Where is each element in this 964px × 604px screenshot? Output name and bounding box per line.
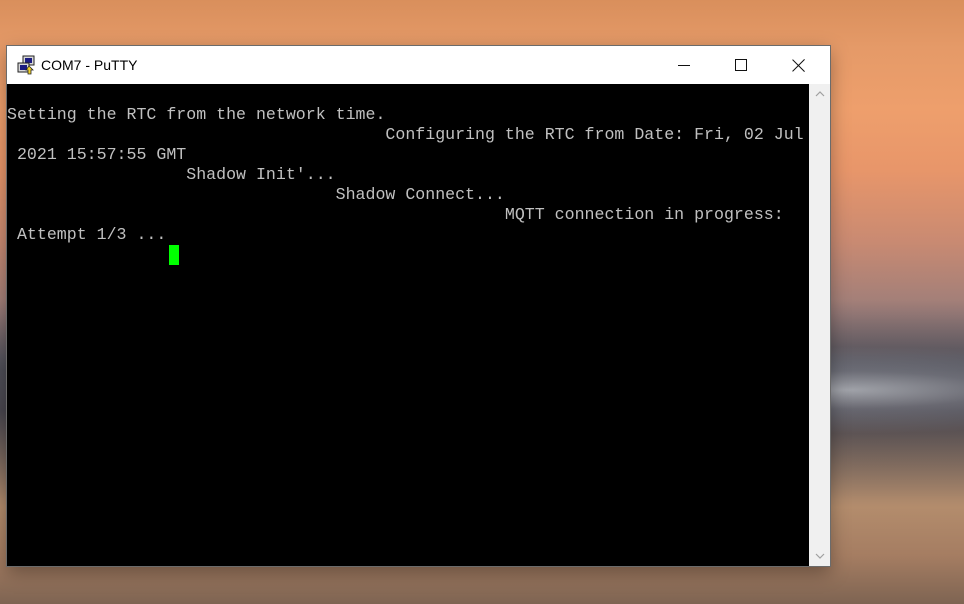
scroll-track[interactable] xyxy=(809,104,830,546)
terminal-line: Shadow Init'... xyxy=(7,165,336,184)
minimize-icon xyxy=(678,64,690,66)
chevron-up-icon xyxy=(815,91,824,97)
terminal-line: Shadow Connect... xyxy=(7,185,505,204)
window-title: COM7 - PuTTY xyxy=(41,57,138,73)
terminal-line: Attempt 1/3 ... xyxy=(7,225,167,244)
scroll-up-button[interactable] xyxy=(809,84,830,104)
chevron-down-icon xyxy=(815,553,824,559)
minimize-button[interactable] xyxy=(661,46,707,84)
terminal-line: MQTT connection in progress: xyxy=(7,205,784,224)
putty-window[interactable]: COM7 - PuTTY Setting the RTC from the ne… xyxy=(7,46,830,566)
terminal-cursor xyxy=(169,245,179,265)
terminal-output[interactable]: Setting the RTC from the network time. C… xyxy=(7,84,809,566)
terminal-line: Configuring the RTC from Date: Fri, 02 J… xyxy=(7,125,804,144)
maximize-button[interactable] xyxy=(718,46,764,84)
close-button[interactable] xyxy=(776,46,822,84)
terminal-line: 2021 15:57:55 GMT xyxy=(7,145,187,164)
maximize-icon xyxy=(735,59,747,71)
close-icon xyxy=(792,58,806,72)
terminal-line: Setting the RTC from the network time. xyxy=(7,105,386,124)
scroll-down-button[interactable] xyxy=(809,546,830,566)
putty-icon[interactable] xyxy=(16,55,36,75)
vertical-scrollbar[interactable] xyxy=(809,84,830,566)
title-bar[interactable]: COM7 - PuTTY xyxy=(7,46,830,84)
